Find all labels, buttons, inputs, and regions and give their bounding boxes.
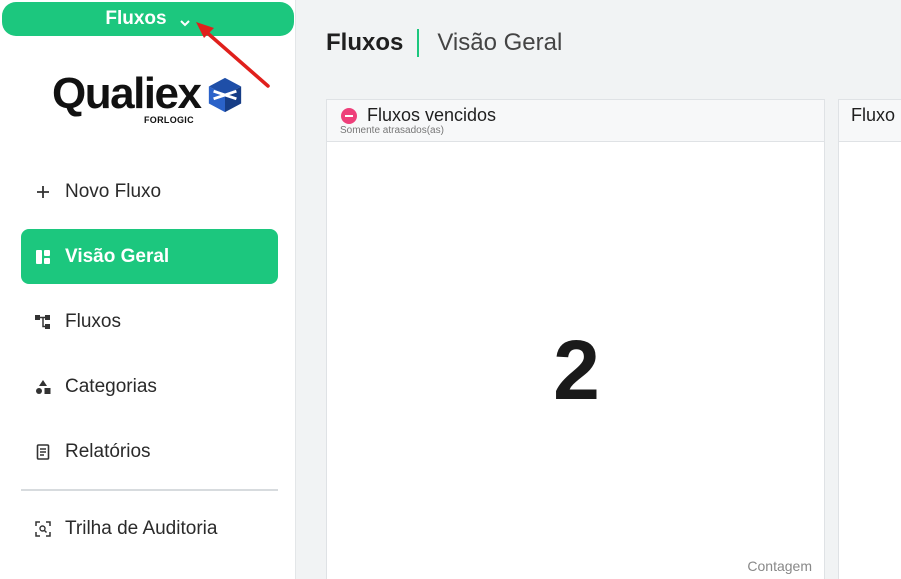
flow-icon (35, 314, 51, 330)
breadcrumb-separator (417, 29, 420, 57)
sidebar-item-label: Categorias (65, 375, 157, 397)
card-title: Fluxo (851, 105, 895, 126)
sidebar-item-categorias[interactable]: Categorias (21, 359, 278, 414)
card-header: Fluxo (839, 100, 901, 142)
card-value: 2 (553, 323, 600, 417)
card-fluxos-vencidos[interactable]: Fluxos vencidos Somente atrasados(as) 2 … (326, 99, 825, 579)
stop-icon (341, 107, 357, 124)
sidebar-item-trilha-de-auditoria[interactable]: Trilha de Auditoria (21, 501, 278, 556)
breadcrumb: Fluxos Visão Geral (326, 28, 562, 58)
card-subtitle: Somente atrasados(as) (340, 125, 444, 136)
sidebar-item-fluxos[interactable]: Fluxos (21, 294, 278, 349)
page-title: Fluxos (326, 29, 404, 56)
plus-icon (35, 184, 51, 200)
page-subtitle: Visão Geral (437, 29, 563, 56)
sidebar-item-novo-fluxo[interactable]: Novo Fluxo (21, 164, 278, 219)
chevron-down-icon (179, 13, 191, 27)
cube-icon (208, 77, 242, 113)
card-header: Fluxos vencidos Somente atrasados(as) (327, 100, 824, 142)
card-fluxo[interactable]: Fluxo (838, 99, 901, 579)
sidebar-item-relatorios[interactable]: Relatórios (21, 424, 278, 479)
app-switcher-label: Fluxos (105, 8, 167, 29)
logo-word: Qualiex (52, 69, 202, 118)
sidebar-item-label: Novo Fluxo (65, 180, 162, 202)
logo-sub: FORLOGIC (144, 115, 194, 125)
dashboard-icon (35, 249, 51, 265)
sidebar-item-label: Fluxos (65, 310, 121, 332)
card-title-text: Fluxos vencidos (367, 105, 497, 125)
shapes-icon (35, 379, 51, 395)
sidebar-item-label: Relatórios (65, 440, 151, 462)
app-switcher-button[interactable]: Fluxos (2, 2, 294, 36)
sidebar-item-label: Trilha de Auditoria (65, 517, 218, 539)
card-footer: Contagem (747, 558, 812, 574)
card-title-text: Fluxo (851, 105, 896, 125)
report-icon (35, 443, 51, 460)
qualiex-logo: Qualiex FORLOGIC (52, 68, 252, 130)
sidebar-item-visao-geral[interactable]: Visão Geral (21, 229, 278, 284)
sidebar: Fluxos Qualiex FORLOGIC Novo Fluxo Visão… (0, 0, 296, 579)
audit-icon (35, 520, 51, 537)
card-title: Fluxos vencidos (341, 105, 496, 126)
sidebar-item-label: Visão Geral (65, 245, 170, 267)
sidebar-divider (21, 489, 278, 491)
